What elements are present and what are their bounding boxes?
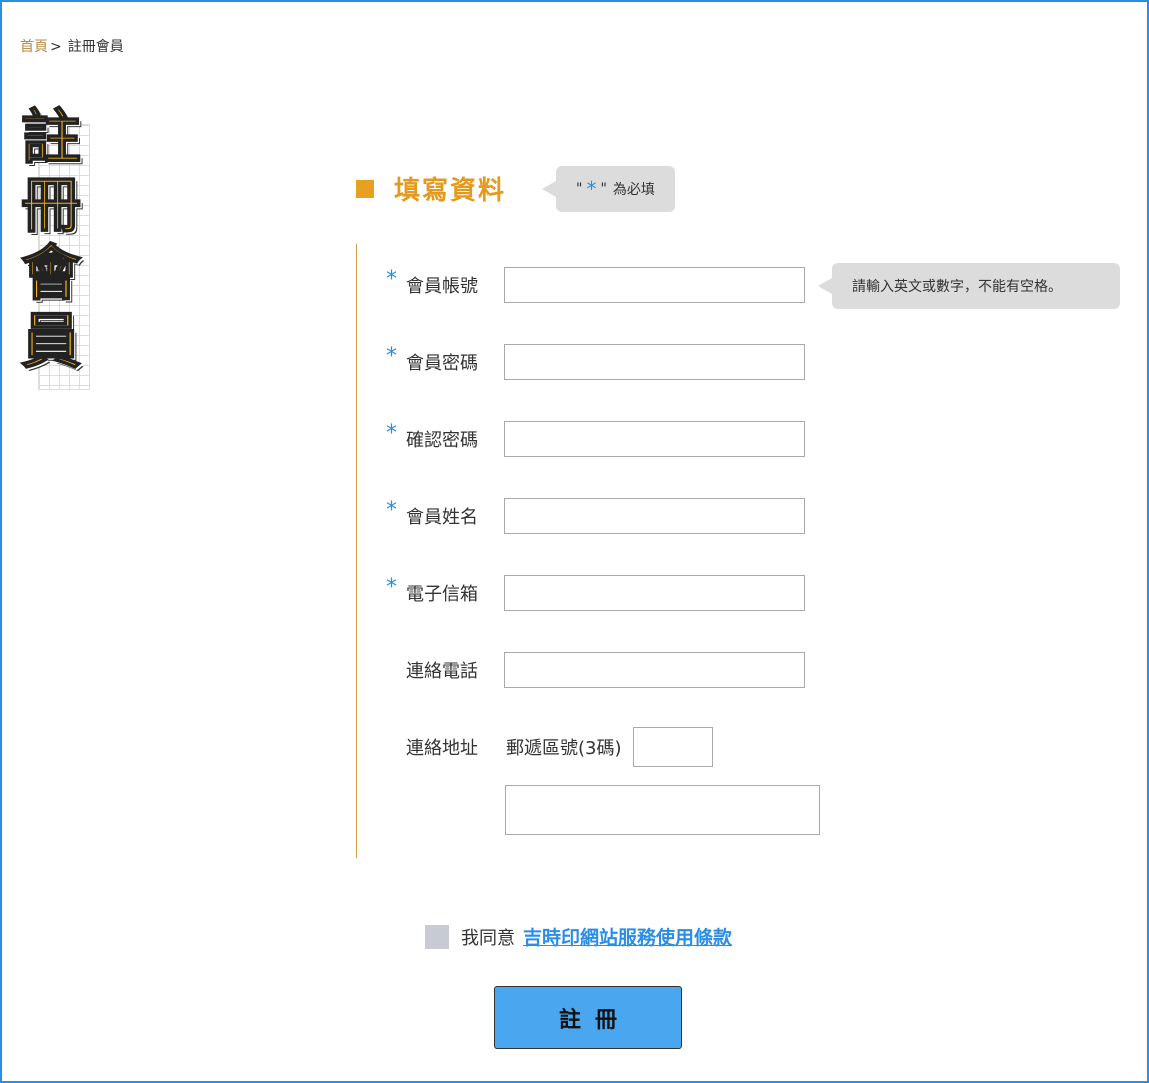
field-row-address: 連絡地址	[386, 727, 504, 767]
email-input[interactable]	[504, 575, 805, 611]
field-label-account: 會員帳號	[406, 276, 478, 297]
square-bullet-icon	[356, 179, 374, 198]
required-star-icon: *	[386, 498, 397, 523]
phone-input[interactable]	[504, 652, 805, 688]
register-button-label: 註冊	[558, 1007, 631, 1033]
field-row-phone: 連絡電話	[386, 650, 805, 690]
field-row-email: * 電子信箱	[386, 573, 805, 613]
section-header: 填寫資料	[356, 170, 506, 207]
agree-text: 我同意	[461, 927, 515, 949]
page-frame	[0, 0, 1149, 1083]
field-label-name: 會員姓名	[406, 507, 478, 528]
breadcrumb-separator: >	[50, 39, 62, 55]
register-button[interactable]: 註冊	[494, 986, 682, 1049]
side-title-char-4: 員	[20, 307, 82, 377]
confirm-password-input[interactable]	[504, 421, 805, 457]
required-star-icon: *	[586, 177, 597, 201]
field-row-password: * 會員密碼	[386, 342, 805, 382]
breadcrumb: 首頁 > 註冊會員	[20, 36, 124, 56]
required-hint-bubble: " * " 為必填	[542, 166, 675, 212]
breadcrumb-current: 註冊會員	[67, 39, 124, 55]
breadcrumb-home-link[interactable]: 首頁	[20, 39, 48, 55]
required-star-icon: *	[386, 575, 397, 600]
terms-link[interactable]: 吉時印網站服務使用條款	[523, 923, 732, 950]
address-input[interactable]	[505, 785, 820, 835]
field-label-address: 連絡地址	[406, 738, 478, 759]
zip-code-label: 郵遞區號(3碼)	[506, 738, 622, 759]
account-hint-bubble: 請輸入英文或數字，不能有空格。	[818, 263, 1120, 309]
field-row-name: * 會員姓名	[386, 496, 805, 536]
side-title-char-3: 會	[20, 239, 82, 309]
required-star-icon: *	[386, 344, 397, 369]
field-label-phone: 連絡電話	[406, 661, 478, 682]
field-row-account: * 會員帳號	[386, 265, 805, 305]
section-title: 填寫資料	[394, 176, 507, 206]
field-label-email: 電子信箱	[406, 584, 478, 605]
name-input[interactable]	[504, 498, 805, 534]
required-star-icon: *	[386, 267, 397, 292]
side-title-char-2: 冊	[20, 171, 82, 241]
section-divider-line	[356, 244, 357, 858]
field-row-confirm-password: * 確認密碼	[386, 419, 805, 459]
page-side-title: 註 冊 會 員	[18, 103, 90, 390]
required-hint-quote-close: "	[600, 181, 607, 197]
account-hint-text: 請輸入英文或數字，不能有空格。	[852, 279, 1062, 295]
field-label-password: 會員密碼	[406, 353, 478, 374]
account-input[interactable]	[504, 267, 805, 303]
required-hint-text: 為必填	[612, 182, 655, 198]
agree-checkbox[interactable]	[425, 924, 449, 949]
side-title-char-1: 註	[20, 103, 82, 173]
field-label-confirm-password: 確認密碼	[406, 430, 478, 451]
required-star-icon: *	[386, 421, 397, 446]
required-hint-quote-open: "	[576, 181, 583, 197]
zip-code-input[interactable]	[633, 727, 713, 767]
agreement-row: 我同意 吉時印網站服務使用條款	[425, 923, 732, 950]
password-input[interactable]	[504, 344, 805, 380]
